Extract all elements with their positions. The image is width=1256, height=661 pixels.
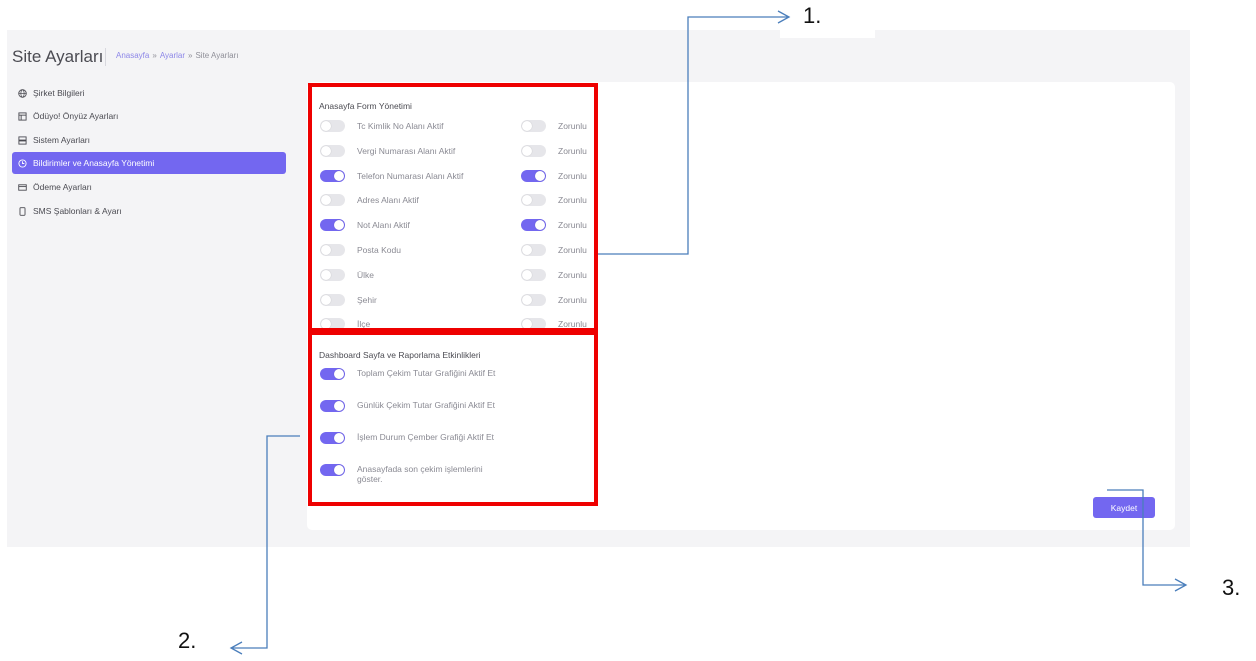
page-title: Site Ayarları — [12, 47, 104, 66]
highlight-box-form — [308, 83, 598, 332]
globe-icon — [18, 88, 27, 98]
save-button[interactable]: Kaydet — [1093, 497, 1155, 518]
annotation-label-3: 3. — [1222, 575, 1241, 600]
highlight-box-dashboard — [308, 331, 598, 506]
sidebar-item-payment-settings[interactable]: Ödeme Ayarları — [12, 176, 286, 198]
breadcrumb: Anasayfa» Ayarlar» Site Ayarları — [116, 51, 238, 60]
breadcrumb-separator: » — [188, 51, 193, 60]
sidebar-item-label: Bildirimler ve Anasayfa Yönetimi — [33, 158, 155, 168]
sidebar-item-label: SMS Şablonları & Ayarı — [33, 206, 122, 216]
sidebar-item-sms-templates[interactable]: SMS Şablonları & Ayarı — [12, 200, 286, 222]
annotation-label-1: 1. — [803, 3, 822, 28]
sidebar-item-label: Sistem Ayarları — [33, 135, 91, 145]
breadcrumb-current: Site Ayarları — [195, 51, 239, 60]
annotation-mask — [780, 30, 875, 38]
sidebar-item-label: Ödüyo! Önyüz Ayarları — [33, 111, 119, 121]
sidebar-item-system-settings[interactable]: Sistem Ayarları — [12, 129, 286, 151]
clock-icon — [18, 158, 27, 168]
sidebar-item-company-info[interactable]: Şirket Bilgileri — [12, 82, 286, 104]
sidebar-item-frontend-settings[interactable]: Ödüyo! Önyüz Ayarları — [12, 105, 286, 127]
credit-card-icon — [18, 183, 27, 192]
breadcrumb-settings[interactable]: Ayarlar — [160, 51, 185, 60]
annotation-label-2: 2. — [178, 628, 197, 653]
title-divider — [105, 48, 106, 66]
arrow-1-head — [777, 10, 791, 24]
arrow-2-head — [229, 641, 243, 655]
breadcrumb-home[interactable]: Anasayfa — [116, 51, 149, 60]
arrow-3-head — [1174, 578, 1188, 592]
sidebar-item-notifications[interactable]: Bildirimler ve Anasayfa Yönetimi — [12, 152, 286, 174]
breadcrumb-separator: » — [152, 51, 157, 60]
server-icon — [18, 135, 27, 145]
layout-icon — [18, 111, 27, 121]
phone-icon — [18, 206, 27, 216]
sidebar-item-label: Ödeme Ayarları — [33, 182, 92, 192]
sidebar-item-label: Şirket Bilgileri — [33, 88, 85, 98]
